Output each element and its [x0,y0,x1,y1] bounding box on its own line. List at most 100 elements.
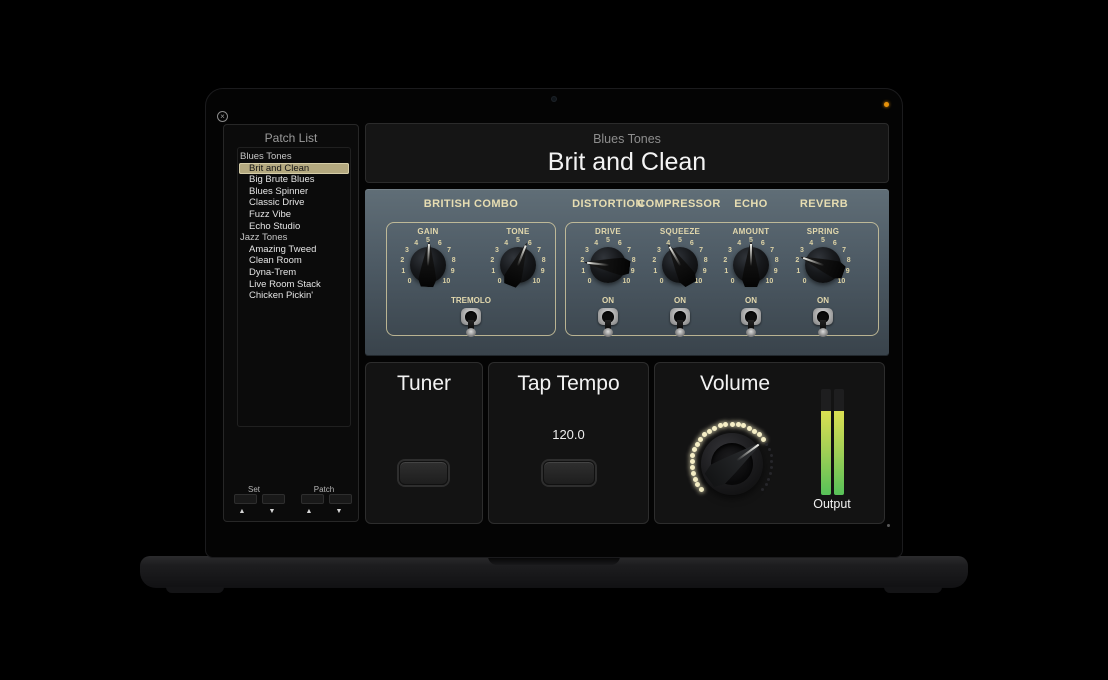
led-dot [690,459,695,464]
knob-scale-number: 2 [483,257,501,264]
knob-scale-number: 10 [527,278,545,285]
set-label: Set [224,485,284,494]
knob-scale-number: 10 [760,278,778,285]
led-dot [691,471,696,476]
led-dot [767,478,770,481]
knob-scale-number: 6 [611,240,629,247]
recording-indicator-dot [884,102,889,107]
resize-grip-dot[interactable] [887,524,890,527]
knob-label: SPRING [778,227,868,236]
knob-scale-number: 6 [521,240,539,247]
scene: × Patch List Blues TonesBrit and CleanBi… [0,0,1108,680]
led-dot [699,487,704,492]
amp-section-title: COMPRESSOR [637,198,720,210]
knob-unit-tone: TONE012345678910 [473,227,563,339]
patch-item[interactable]: Chicken Pickin' [238,290,350,302]
patch-group-label: Blues Tones [238,151,350,163]
patch-item[interactable]: Echo Studio [238,221,350,233]
led-dot [690,465,695,470]
knob-label: GAIN [383,227,473,236]
patch-list-title: Patch List [224,131,358,145]
amp-panel: BRITISH COMBODISTORTIONCOMPRESSORECHOREV… [365,189,889,356]
patch-item[interactable]: Big Brute Blues [238,174,350,186]
macbook-base [140,556,968,588]
knob-unit-gain: GAIN012345678910 [383,227,473,339]
knob-scale-number: 2 [393,257,411,264]
amp-section-title: REVERB [800,198,848,210]
tap-tempo-title: Tap Tempo [489,372,648,396]
switch-label: ON [578,296,638,305]
header-panel: Blues Tones Brit and Clean [365,123,889,183]
camera-icon [552,97,556,101]
patch-item[interactable]: Brit and Clean [239,163,349,175]
led-dot [770,460,773,463]
switch-lever-tip [675,328,685,337]
patch-item[interactable]: Blues Spinner [238,186,350,198]
knob-scale-number: 8 [535,257,553,264]
patch-list[interactable]: Blues TonesBrit and CleanBig Brute Blues… [237,147,351,427]
tap-tempo-button[interactable] [543,461,595,485]
patch-item[interactable]: Live Room Stack [238,279,350,291]
knob-scale-number: 6 [683,240,701,247]
led-dot [693,477,698,482]
header-patch-name: Brit and Clean [366,148,888,177]
knob-scale-number: 2 [716,257,734,264]
knob-scale-number: 6 [431,240,449,247]
tuner-panel: Tuner [365,362,483,524]
knob-scale-number: 10 [437,278,455,285]
tap-tempo-panel: Tap Tempo 120.0 [488,362,649,524]
patch-up-icon[interactable]: ▲ [303,508,315,515]
patch-item[interactable]: Fuzz Vibe [238,209,350,221]
led-dot [718,423,723,428]
led-dot [769,472,772,475]
led-dot [770,454,773,457]
volume-title: Volume [655,372,815,396]
amp-section-title: BRITISH COMBO [424,198,518,210]
knob-scale-number: 6 [826,240,844,247]
knob-label: TONE [473,227,563,236]
led-dot [692,447,697,452]
led-dot [690,453,695,458]
amp-section-title: DISTORTION [572,198,644,210]
window-close-button[interactable]: × [217,111,228,122]
led-dot [730,422,735,427]
patch-item[interactable]: Dyna-Trem [238,267,350,279]
patch-list-panel: Patch List Blues TonesBrit and CleanBig … [223,124,359,522]
knob-scale-number: 8 [445,257,463,264]
set-up-icon[interactable]: ▲ [236,508,248,515]
patch-item[interactable]: Clean Room [238,255,350,267]
switch-label: ON [650,296,710,305]
led-dot [761,488,764,491]
patch-button-b[interactable] [329,494,352,504]
set-down-icon[interactable]: ▼ [266,508,278,515]
led-dot [770,466,773,469]
knob-scale-number: 10 [832,278,850,285]
patch-button-a[interactable] [301,494,324,504]
switch-label: ON [793,296,853,305]
led-dot [765,483,768,486]
patch-down-icon[interactable]: ▼ [333,508,345,515]
knob-scale-number: 8 [840,257,858,264]
output-meter-right [834,389,844,495]
knob-scale-number: 6 [754,240,772,247]
switch-lever-tip [818,328,828,337]
led-dot [712,426,717,431]
knob-scale-number: 7 [835,247,853,254]
rubber-foot-left [166,587,224,593]
led-dot [695,442,700,447]
knob-scale-number: 9 [534,268,552,275]
led-dot [736,422,741,427]
led-dot [707,429,712,434]
patch-item[interactable]: Classic Drive [238,197,350,209]
led-dot [768,448,771,451]
set-button-b[interactable] [262,494,285,504]
knob-scale-number: 9 [444,268,462,275]
patch-item[interactable]: Amazing Tweed [238,244,350,256]
switch-lever-tip [466,328,476,337]
led-dot [741,423,746,428]
tuner-button[interactable] [399,461,448,485]
output-label: Output [802,497,862,511]
led-dot [765,443,768,446]
set-button-a[interactable] [234,494,257,504]
switch-lever-tip [603,328,613,337]
